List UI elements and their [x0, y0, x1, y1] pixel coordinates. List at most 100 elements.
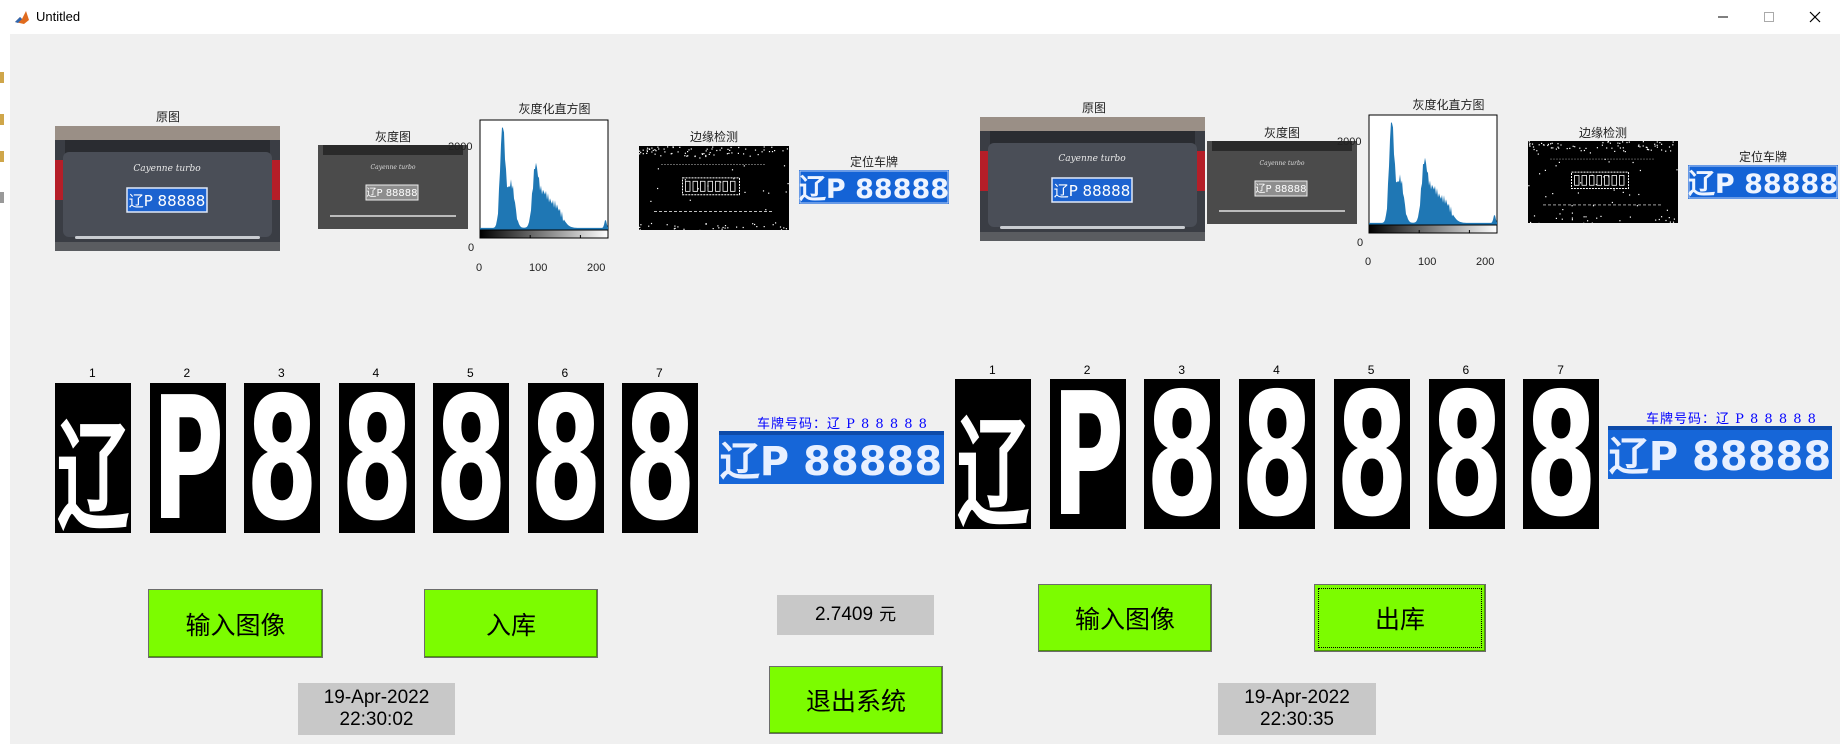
- title-bar[interactable]: Untitled: [0, 0, 1848, 34]
- segmented-char-glyph: 辽: [57, 408, 129, 533]
- segmented-char-image: 8: [1333, 379, 1410, 529]
- maximize-button[interactable]: [1746, 0, 1792, 34]
- exit-date: 19-Apr-2022: [1244, 687, 1350, 708]
- segmented-char-image: 8: [1523, 379, 1600, 529]
- located-plate-image: 辽P 88888: [1688, 165, 1838, 199]
- plate-number-label: 车牌号码：辽 P 8 8 8 8 8: [757, 417, 928, 432]
- exit-system-button[interactable]: 退出系统: [769, 666, 943, 734]
- input-image-button[interactable]: 输入图像: [148, 589, 323, 658]
- svg-text:辽P 88888: 辽P 88888: [720, 439, 942, 484]
- hist-xtick: 200: [587, 262, 606, 274]
- fee-value: 2.7409: [814, 604, 874, 625]
- segmented-char-image: P: [1049, 379, 1126, 529]
- edge-detection-image: [1528, 141, 1678, 223]
- entry-datetime: 19-Apr-2022 22:30:02: [298, 683, 455, 735]
- car-badge: Cayenne turbo: [133, 164, 201, 174]
- hist-xtick: 100: [529, 262, 548, 274]
- svg-text:Cayenne turbo: Cayenne turbo: [371, 164, 416, 171]
- entry-time: 22:30:02: [339, 709, 414, 730]
- segmented-char-glyph: P: [1052, 379, 1124, 529]
- segmented-char-glyph: 辽: [957, 404, 1029, 529]
- char-index-label: 4: [1273, 363, 1280, 377]
- segmented-char-glyph: 8: [1241, 379, 1313, 529]
- svg-text:辽P 88888: 辽P 88888: [366, 187, 417, 199]
- char-index-label: 4: [372, 366, 380, 380]
- segmented-char-image: P: [149, 383, 226, 533]
- locate-plate-title: 定位车牌: [1738, 150, 1787, 164]
- hist-xtick: 200: [1476, 256, 1495, 268]
- char-index-label: 6: [561, 366, 569, 380]
- minimize-button[interactable]: [1700, 0, 1746, 34]
- locate-plate-title: 定位车牌: [849, 155, 898, 169]
- char-index-label: 7: [656, 366, 663, 380]
- close-button[interactable]: [1792, 0, 1838, 34]
- matlab-app-icon: [14, 10, 30, 26]
- svg-text:辽P 88888: 辽P 88888: [1255, 183, 1306, 195]
- exit-datetime: 19-Apr-2022 22:30:35: [1218, 683, 1376, 735]
- result-plate-image: 辽P 88888: [1608, 426, 1832, 479]
- char-index-label: 5: [1367, 363, 1375, 377]
- grayscale-histogram: [1368, 114, 1498, 234]
- car-plate-text: 辽P 88888: [1054, 182, 1131, 200]
- original-car-image: Cayenne turbo 辽P 88888: [980, 117, 1205, 241]
- edge-image-title: 边缘检测: [1578, 126, 1627, 140]
- histogram-title: 灰度化直方图: [1412, 98, 1485, 112]
- hist-xtick: 0: [476, 262, 483, 274]
- enter-garage-button[interactable]: 入库: [424, 589, 598, 658]
- histogram-title: 灰度化直方图: [518, 102, 591, 116]
- gray-image-title: 灰度图: [374, 130, 411, 144]
- segmented-char-image: 8: [1144, 379, 1221, 529]
- gray-image-title: 灰度图: [1263, 126, 1300, 140]
- segmented-char-image: 8: [338, 383, 415, 533]
- edge-image-title: 边缘检测: [689, 130, 738, 144]
- segmented-char-glyph: 8: [530, 383, 602, 533]
- file-icon: [0, 192, 4, 203]
- segmented-char-glyph: 8: [246, 383, 318, 533]
- segmented-char-glyph: 8: [624, 383, 696, 533]
- segmented-char-glyph: 8: [341, 383, 413, 533]
- hist-ytick: 0: [468, 242, 475, 254]
- hist-xtick: 0: [1365, 256, 1372, 268]
- segmented-char-glyph: 8: [1431, 379, 1503, 529]
- segmented-char-glyph: 8: [435, 383, 507, 533]
- exit-garage-button[interactable]: 出库: [1314, 584, 1486, 652]
- svg-text:辽P 88888: 辽P 88888: [1609, 434, 1831, 479]
- segmented-char-image: 辽: [955, 379, 1031, 529]
- svg-text:辽P 88888: 辽P 88888: [1688, 169, 1838, 199]
- grayscale-image: Cayenne turbo 辽P 88888: [1207, 141, 1357, 224]
- folder-icon: [0, 72, 4, 83]
- grayscale-image: Cayenne turbo 辽P 88888: [318, 145, 468, 229]
- car-plate-text: 辽P 88888: [129, 192, 206, 210]
- char-index-label: 1: [989, 363, 996, 377]
- folder-icon: [0, 151, 4, 162]
- hist-ytick: 0: [1357, 237, 1364, 249]
- segmented-char-image: 8: [622, 383, 698, 533]
- folder-icon: [0, 114, 4, 125]
- background-window-edge: [0, 34, 10, 753]
- segmented-char-image: 8: [433, 383, 509, 533]
- grayscale-histogram: [479, 119, 609, 239]
- hist-xtick: 100: [1418, 256, 1437, 268]
- segmented-char-glyph: 8: [1525, 379, 1597, 529]
- svg-text:Cayenne turbo: Cayenne turbo: [1260, 160, 1305, 167]
- located-plate-image: 辽P 88888: [799, 170, 949, 204]
- segmented-char-image: 8: [527, 383, 604, 533]
- char-index-label: 5: [467, 366, 474, 380]
- minimize-icon: [1718, 16, 1728, 18]
- input-image-button[interactable]: 输入图像: [1038, 584, 1212, 652]
- char-index-label: 7: [1557, 363, 1564, 377]
- original-image-title: 原图: [155, 110, 180, 124]
- segmented-char-image: 8: [1239, 379, 1316, 529]
- char-index-label: 1: [89, 366, 96, 380]
- char-index-label: 2: [183, 366, 191, 380]
- window-title: Untitled: [36, 9, 81, 24]
- hist-ytick: 2000: [1337, 136, 1362, 148]
- result-plate-image: 辽P 88888: [719, 431, 944, 484]
- fee-unit: 元: [879, 605, 897, 625]
- parking-fee-display: 2.7409 元: [777, 595, 934, 635]
- char-index-label: 6: [1462, 363, 1470, 377]
- segmented-char-glyph: 8: [1336, 379, 1408, 529]
- maximize-icon: [1764, 12, 1774, 22]
- close-icon: [1809, 11, 1821, 23]
- exit-time: 22:30:35: [1260, 709, 1334, 730]
